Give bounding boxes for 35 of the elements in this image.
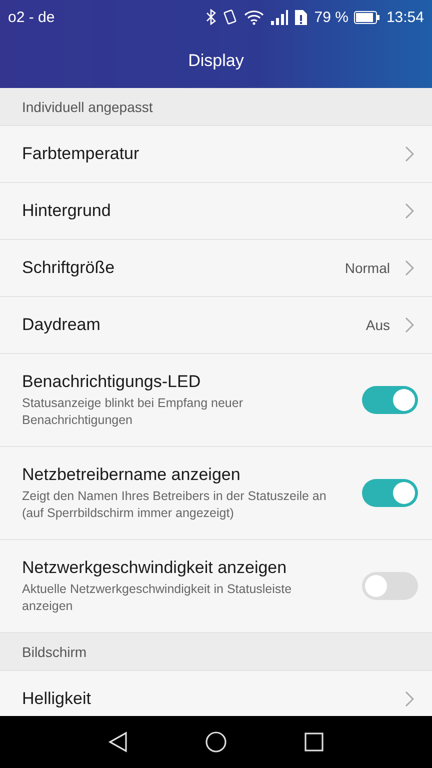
wifi-icon: [244, 10, 264, 24]
item-summary: Zeigt den Namen Ihres Betreibers in der Statuszeile an (auf Sperrbildschirm immer angezeigt): [22, 488, 328, 521]
item-value: Normal: [344, 260, 390, 276]
bluetooth-icon: [206, 9, 216, 25]
chevron-icon: [404, 690, 414, 708]
back-icon[interactable]: [108, 731, 128, 753]
signal-icon: [270, 10, 288, 24]
section-header: Bildschirm: [22, 644, 87, 660]
item-label: Hintergrund: [22, 201, 112, 221]
home-icon[interactable]: [204, 731, 227, 753]
item-label: Benachrichtigungs-LED: [22, 372, 202, 392]
battery-percent: 79 %: [314, 8, 348, 26]
item-label: Schriftgröße: [22, 258, 116, 278]
section-header: Individuell angepasst: [22, 98, 153, 114]
toggle-switch[interactable]: [362, 572, 418, 600]
item-label: Daydream: [22, 315, 102, 335]
sim-card-icon: [294, 8, 308, 26]
item-label: Netzwerkgeschwindigkeit anzeigen: [22, 558, 288, 578]
chevron-icon: [404, 145, 414, 163]
item-summary: Aktuelle Netzwerkgeschwindigkeit in Statusleiste anzeigen: [22, 581, 293, 614]
item-label: Netzbetreibername anzeigen: [22, 465, 242, 486]
chevron-icon: [404, 202, 414, 220]
item-value: Aus: [366, 317, 390, 333]
item-label: Helligkeit: [22, 689, 92, 709]
toggle-switch[interactable]: [362, 479, 418, 507]
screen-title: Display: [188, 51, 244, 71]
toggle-switch[interactable]: [362, 386, 418, 414]
chevron-icon: [404, 316, 414, 334]
recents-icon[interactable]: [304, 732, 324, 752]
item-summary: Statusanzeige blinkt bei Empfang neuer Benachrichtigungen: [22, 395, 244, 428]
item-label: Farbtemperatur: [22, 144, 140, 164]
battery-icon: [354, 10, 380, 24]
carrier-name: o2 - de: [8, 8, 55, 26]
chevron-icon: [404, 259, 414, 277]
clock-time: 13:54: [386, 8, 424, 26]
